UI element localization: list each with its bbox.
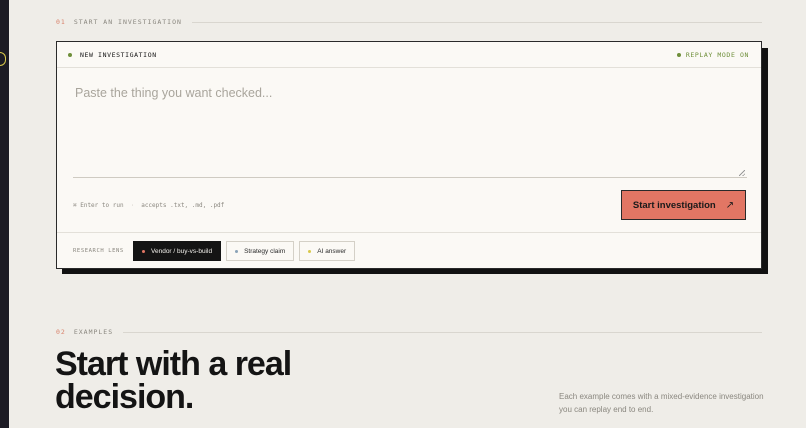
examples-headline: Start with a real decision. bbox=[55, 345, 292, 416]
rail-indicator-icon[interactable] bbox=[0, 52, 6, 66]
section-header-start: 01 START AN INVESTIGATION bbox=[56, 16, 762, 28]
research-lens-row: RESEARCH LENS Vendor / buy-vs-build Stra… bbox=[57, 232, 761, 269]
lens-option-label: Vendor / buy-vs-build bbox=[151, 247, 213, 255]
lens-option-ai-answer[interactable]: AI answer bbox=[299, 241, 356, 261]
input-hints: ⌘ Enter to run · accepts .txt, .md, .pdf bbox=[73, 202, 224, 209]
resize-handle-icon[interactable] bbox=[739, 170, 745, 176]
start-investigation-button[interactable]: Start investigation ↗ bbox=[621, 190, 746, 220]
research-lens-label: RESEARCH LENS bbox=[73, 248, 124, 254]
run-shortcut-hint: ⌘ Enter to run bbox=[73, 202, 124, 209]
section-header-examples: 02 EXAMPLES bbox=[56, 326, 762, 338]
lens-option-vendor[interactable]: Vendor / buy-vs-build bbox=[133, 241, 222, 261]
arrow-up-right-icon: ↗ bbox=[725, 199, 735, 211]
replay-dot-icon bbox=[676, 52, 681, 57]
start-button-label: Start investigation bbox=[632, 199, 716, 211]
status-dot-icon bbox=[68, 52, 72, 57]
card-title: NEW INVESTIGATION bbox=[80, 50, 157, 59]
investigation-input[interactable] bbox=[73, 72, 747, 178]
replay-mode-label: REPLAY MODE ON bbox=[685, 50, 749, 59]
section-label: EXAMPLES bbox=[73, 328, 114, 336]
left-rail bbox=[0, 0, 9, 428]
card-header: NEW INVESTIGATION REPLAY MODE ON bbox=[57, 42, 761, 68]
lens-dot-icon bbox=[142, 249, 145, 253]
investigation-card: NEW INVESTIGATION REPLAY MODE ON ⌘ Enter… bbox=[56, 41, 762, 269]
lens-option-label: AI answer bbox=[317, 247, 347, 255]
accepted-files-hint: accepts .txt, .md, .pdf bbox=[141, 202, 225, 209]
lens-option-strategy[interactable]: Strategy claim bbox=[226, 241, 295, 261]
lens-dot-icon bbox=[308, 249, 312, 253]
replay-mode-indicator: REPLAY MODE ON bbox=[676, 50, 749, 59]
lens-option-label: Strategy claim bbox=[244, 247, 286, 255]
section-number: 02 bbox=[56, 328, 66, 336]
section-number: 01 bbox=[56, 18, 66, 26]
section-divider bbox=[191, 21, 762, 23]
section-divider bbox=[123, 331, 762, 333]
hint-separator: · bbox=[130, 202, 135, 209]
lens-dot-icon bbox=[235, 249, 239, 253]
examples-description: Each example comes with a mixed-evidence… bbox=[559, 392, 764, 414]
section-label: START AN INVESTIGATION bbox=[73, 18, 182, 26]
